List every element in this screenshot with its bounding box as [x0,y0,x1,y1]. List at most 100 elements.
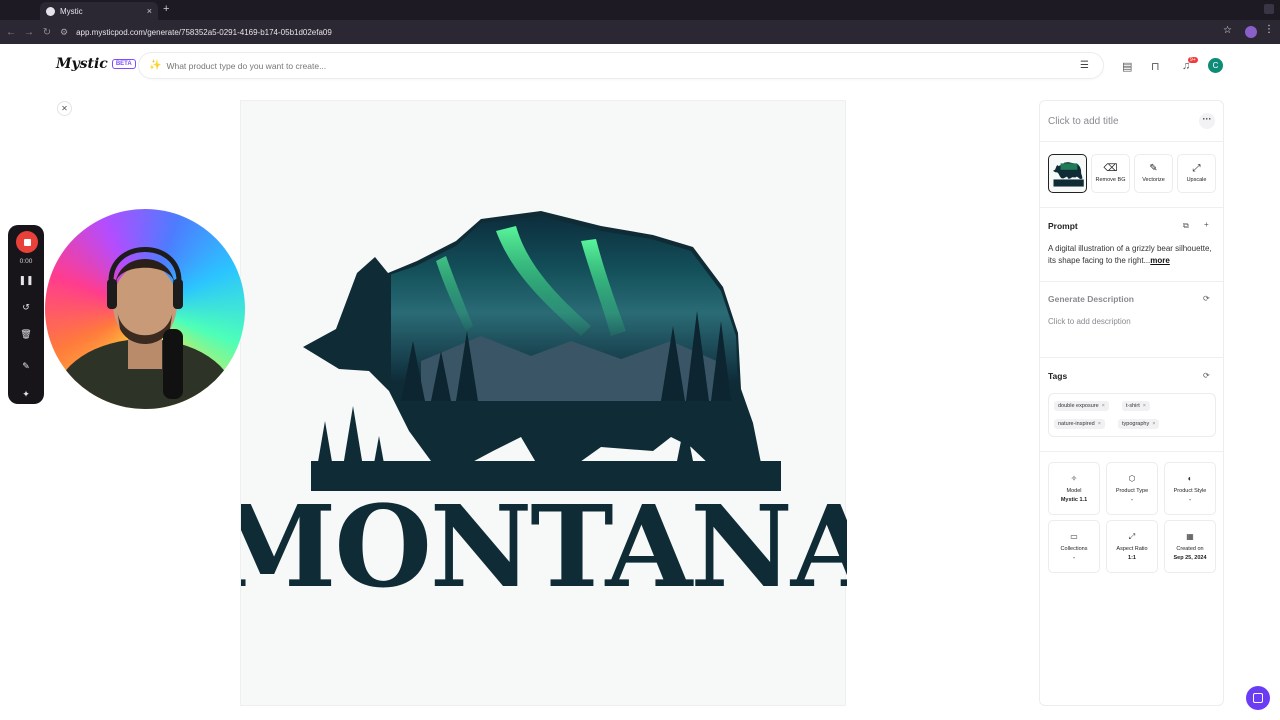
recording-time: 0:00 [19,258,33,265]
new-tab-button[interactable]: + [163,3,169,15]
info-label: Product Style [1173,487,1207,494]
details-panel: Click to add title ··· ⌫ Remove BG ✎ Vec… [1039,100,1224,706]
mystic-logo[interactable]: Mystic BETA [56,56,136,72]
generate-description-heading[interactable]: Generate Description [1048,294,1134,304]
upscale-icon: ⤢ [1192,163,1201,174]
chat-icon [1253,693,1263,703]
remove-tag-icon[interactable]: × [1143,403,1146,409]
generated-image[interactable]: MONTANA [240,100,847,706]
stop-recording-button[interactable] [16,231,38,253]
browser-tab[interactable]: Mystic × [40,2,158,20]
remove-tag-icon[interactable]: × [1098,421,1101,427]
title-field[interactable]: Click to add title [1048,116,1119,127]
magic-wand-icon: ✨ [149,60,162,71]
eraser-icon: ⌫ [1103,163,1118,174]
filters-icon[interactable]: ☰ [1080,60,1089,71]
info-label: Model [1066,487,1082,494]
pause-icon[interactable]: ❚❚ [8,275,44,286]
tab-search-icon[interactable] [1264,4,1274,14]
upscale-button[interactable]: ⤢ Upscale [1177,154,1216,193]
tag-chip[interactable]: nature-inspired × [1054,419,1105,429]
info-label: Collections [1060,545,1088,552]
draw-icon[interactable]: ✎ [8,361,44,372]
info-collections: ▭ Collections - [1048,520,1100,573]
thumbnail-bear [1052,162,1084,187]
info-label: Created on [1176,545,1204,552]
tag-label: nature-inspired [1058,421,1095,427]
info-value: Mystic 1.1 [1060,496,1088,503]
divider [1040,451,1223,452]
info-aspect-ratio: ⤢ Aspect Ratio 1:1 [1106,520,1158,573]
webcam-bubble[interactable] [45,209,245,409]
copy-icon[interactable]: ⧉ [1183,221,1189,231]
screen-recorder-toolbar: 0:00 ❚❚ ↺ 🗑 ✎ ✦ [8,225,44,404]
trash-icon[interactable]: 🗑 [8,329,44,340]
remove-tag-icon[interactable]: × [1152,421,1155,427]
info-value: - [1073,554,1075,561]
prompt-heading: Prompt [1048,221,1078,231]
bookmark-icon[interactable]: ⊓ [1151,60,1160,73]
montana-text: MONTANA [241,482,847,613]
tag-chip[interactable]: t-shirt × [1122,401,1150,411]
notification-badge: 9+ [1188,57,1198,63]
gallery-icon[interactable]: ▤ [1122,60,1132,73]
vectorize-label: Vectorize [1142,177,1165,183]
divider [1040,357,1223,358]
tag-label: double exposure [1058,403,1099,409]
user-avatar[interactable]: C [1208,58,1223,73]
tab-close-button[interactable]: × [147,6,152,16]
remove-tag-icon[interactable]: × [1102,403,1105,409]
vectorize-button[interactable]: ✎ Vectorize [1134,154,1173,193]
remove-bg-label: Remove BG [1095,177,1126,183]
support-chat-button[interactable] [1246,686,1270,710]
back-icon[interactable]: ← [2,27,20,38]
add-icon[interactable]: + [1204,220,1209,229]
more-options-icon[interactable]: ··· [1199,113,1215,129]
info-model: ✧ Model Mystic 1.1 [1048,462,1100,515]
address-bar: ← → ↻ ⚙ app.mysticpod.com/generate/75835… [0,20,1280,44]
info-product-style: ◐ Product Style - [1164,462,1216,515]
description-field[interactable]: Click to add description [1048,317,1131,326]
search-input[interactable]: What product type do you want to create.… [166,61,326,71]
info-value: - [1189,496,1191,503]
upscale-label: Upscale [1186,177,1207,183]
prompt-text: A digital illustration of a grizzly bear… [1048,243,1218,267]
bear-illustration: MONTANA [241,211,847,613]
product-search-bar[interactable]: ✨ What product type do you want to creat… [138,52,1104,79]
profile-icon[interactable] [1245,26,1257,38]
tags-container: double exposure × t-shirt × nature-inspire… [1048,393,1216,437]
close-icon[interactable]: ✕ [57,101,72,116]
info-label: Aspect Ratio [1116,545,1148,552]
info-product-type: ⬡ Product Type - [1106,462,1158,515]
site-info-icon[interactable]: ⚙ [60,27,68,38]
tag-chip[interactable]: typography × [1118,419,1160,429]
effects-icon[interactable]: ✦ [8,389,44,400]
divider [1040,141,1223,142]
bookmark-star-icon[interactable]: ☆ [1223,25,1232,36]
url-field[interactable]: ⚙ app.mysticpod.com/generate/758352a5-02… [60,23,1260,41]
restart-icon[interactable]: ↺ [8,302,44,313]
remove-bg-button[interactable]: ⌫ Remove BG [1091,154,1130,193]
info-value: 1:1 [1128,554,1136,561]
divider [1040,207,1223,208]
info-label: Product Type [1115,487,1149,494]
info-value: Sep 25, 2024 [1173,554,1207,561]
folder-icon: ▭ [1070,531,1078,541]
image-thumbnail[interactable] [1048,154,1087,193]
tag-chip[interactable]: double exposure × [1054,401,1109,411]
browser-menu-icon[interactable]: ⋮ [1264,24,1274,35]
box-icon: ⬡ [1128,473,1136,483]
tab-title: Mystic [60,6,83,16]
prompt-more-link[interactable]: more [1150,256,1170,265]
info-value: - [1131,496,1133,503]
avatar-initial: C [1212,61,1219,70]
forward-icon[interactable]: → [20,27,38,38]
tag-label: typography [1122,421,1150,427]
prompt-body: A digital illustration of a grizzly bear… [1048,244,1212,265]
logo-text: Mystic [56,56,108,72]
magic-wand-icon: ✧ [1070,473,1078,483]
regenerate-tags-icon[interactable]: ⟳ [1203,371,1210,380]
reload-icon[interactable]: ↻ [38,27,56,38]
palette-icon: ◐ [1187,473,1193,483]
regenerate-icon[interactable]: ⟳ [1203,294,1210,303]
